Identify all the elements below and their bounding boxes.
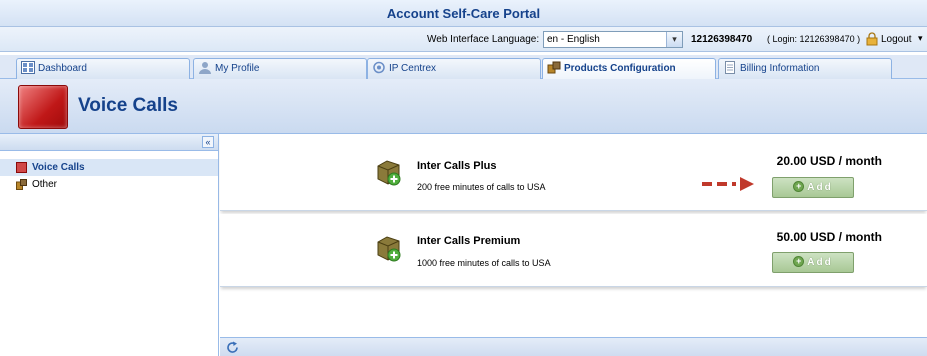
- product-name: Inter Calls Premium: [417, 235, 521, 247]
- refresh-icon[interactable]: [226, 341, 239, 354]
- voice-calls-icon: [16, 162, 27, 173]
- tab-label: IP Centrex: [389, 63, 437, 74]
- portal-title-bar: Account Self-Care Portal: [0, 0, 927, 27]
- ip-centrex-icon: [373, 61, 385, 74]
- category-sidebar: « Voice Calls Other: [0, 134, 219, 356]
- bottom-toolbar: [220, 337, 927, 356]
- products-icon: [16, 179, 27, 190]
- tab-my-profile[interactable]: My Profile: [193, 58, 367, 79]
- add-button-label: Add: [807, 182, 833, 193]
- tab-billing-information[interactable]: Billing Information: [718, 58, 892, 79]
- plus-icon: +: [793, 255, 805, 267]
- sidebar-item-other[interactable]: Other: [0, 176, 218, 193]
- logout-link[interactable]: Logout: [881, 34, 912, 45]
- add-button-label: Add: [807, 257, 833, 268]
- voice-calls-icon: [18, 85, 68, 129]
- products-icon: [547, 61, 561, 74]
- page-header: Voice Calls: [0, 79, 927, 134]
- language-select-value: en - English: [547, 34, 600, 45]
- product-description: 200 free minutes of calls to USA: [417, 182, 546, 192]
- collapse-sidebar-icon[interactable]: «: [202, 136, 214, 148]
- add-product-button[interactable]: + Add: [772, 252, 854, 273]
- plus-icon: +: [793, 180, 805, 192]
- billing-document-icon: [725, 60, 735, 74]
- tab-dashboard[interactable]: Dashboard: [16, 58, 190, 79]
- language-label: Web Interface Language:: [427, 34, 540, 45]
- language-select[interactable]: en - English ▾: [543, 31, 683, 48]
- sidebar-header: «: [0, 134, 218, 151]
- tab-label: Dashboard: [38, 63, 87, 74]
- portal-title: Account Self-Care Portal: [386, 6, 541, 21]
- sidebar-item-label: Other: [32, 179, 58, 190]
- tab-label: Products Configuration: [564, 63, 676, 74]
- product-card: Inter Calls Plus 200 free minutes of cal…: [220, 134, 927, 211]
- lock-icon: [866, 32, 878, 46]
- login-info: ( Login: 12126398470 ): [767, 34, 861, 44]
- tab-products-configuration[interactable]: Products Configuration: [542, 58, 716, 80]
- product-add-icon: [377, 160, 401, 186]
- tab-label: My Profile: [215, 63, 260, 74]
- arrow-icon: [702, 177, 754, 191]
- chevron-down-icon[interactable]: ▾: [666, 32, 682, 47]
- page-title: Voice Calls: [78, 95, 178, 116]
- product-description: 1000 free minutes of calls to USA: [417, 258, 551, 268]
- main-tabs: Dashboard My Profile IP Centrex Products…: [0, 55, 927, 80]
- account-id: 12126398470: [691, 34, 753, 45]
- chevron-down-icon[interactable]: ▾: [918, 33, 923, 44]
- sidebar-item-label: Voice Calls: [32, 162, 85, 173]
- products-list: Inter Calls Plus 200 free minutes of cal…: [220, 134, 927, 356]
- tab-label: Billing Information: [740, 63, 820, 74]
- product-price: 50.00 USD / month: [776, 230, 882, 244]
- product-add-icon: [377, 236, 401, 262]
- product-card: Inter Calls Premium 1000 free minutes of…: [220, 214, 927, 287]
- user-profile-icon: [199, 61, 211, 74]
- product-price: 20.00 USD / month: [776, 154, 882, 168]
- language-account-bar: Web Interface Language: en - English ▾ 1…: [0, 27, 927, 52]
- tab-ip-centrex[interactable]: IP Centrex: [367, 58, 541, 79]
- add-product-button[interactable]: + Add: [772, 177, 854, 198]
- product-name: Inter Calls Plus: [417, 160, 497, 172]
- sidebar-item-voice-calls[interactable]: Voice Calls: [0, 159, 218, 176]
- dashboard-icon: [21, 60, 35, 74]
